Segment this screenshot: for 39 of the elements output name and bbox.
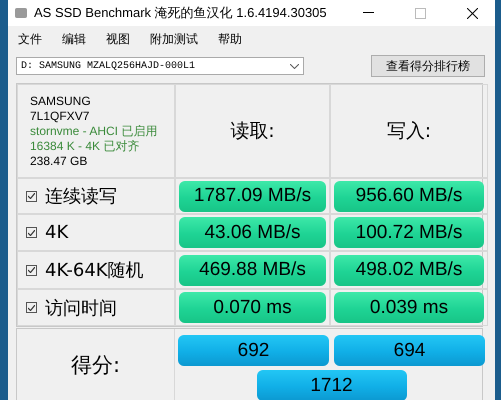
test-label: 4K [45,222,68,243]
test-label: 4K-64K随机 [45,259,144,282]
test-checkbox[interactable] [26,227,37,238]
drive-vendor: SAMSUNG [30,94,91,108]
ranking-button[interactable]: 查看得分排行榜 [371,55,485,77]
test-checkbox[interactable] [26,302,37,313]
driver-status: stornvme - AHCI 已启用 [30,124,158,138]
menu-item[interactable]: 文件 [18,30,42,49]
write-score: 694 [334,335,485,366]
test-checkbox[interactable] [26,190,37,202]
menu-item[interactable]: 编辑 [62,30,86,49]
drive-capacity: 238.47 GB [30,154,88,168]
drive-firmware: 7L1QFXV7 [30,108,90,124]
window-title: AS SSD Benchmark 淹死的鱼汉化 1.6.4194.30305 [34,4,328,22]
test-checkbox[interactable] [26,264,37,276]
test-label: 连续读写 [45,185,117,208]
menu-item[interactable]: 帮助 [218,30,242,49]
write-result: 0.039 ms [334,292,484,323]
alignment-status: 16384 K - 4K 已对齐 [30,138,140,154]
read-result: 0.070 ms [179,292,326,323]
minimize-icon[interactable] [362,12,374,14]
read-result: 1787.09 MB/s [179,180,326,212]
drive-dropdown[interactable]: D: SAMSUNG MZALQ256HAJD-000L1 [16,57,304,75]
write-result: 956.60 MB/s [334,180,484,212]
column-header: 读取: [230,119,275,144]
test-label: 访问时间 [45,296,117,320]
drive-icon [14,7,28,19]
score-label: 得分: [70,352,120,379]
close-icon[interactable] [466,8,478,18]
chevron-icon [290,64,299,68]
menu-item[interactable]: 视图 [106,30,130,49]
read-result: 43.06 MB/s [179,217,326,248]
menu-item[interactable]: 附加测试 [150,30,198,49]
read-result: 469.88 MB/s [179,254,326,286]
read-score: 692 [178,335,329,366]
write-result: 100.72 MB/s [334,217,484,248]
write-result: 498.02 MB/s [334,254,484,286]
total-score: 1712 [256,370,406,400]
column-header: 写入: [386,119,432,144]
